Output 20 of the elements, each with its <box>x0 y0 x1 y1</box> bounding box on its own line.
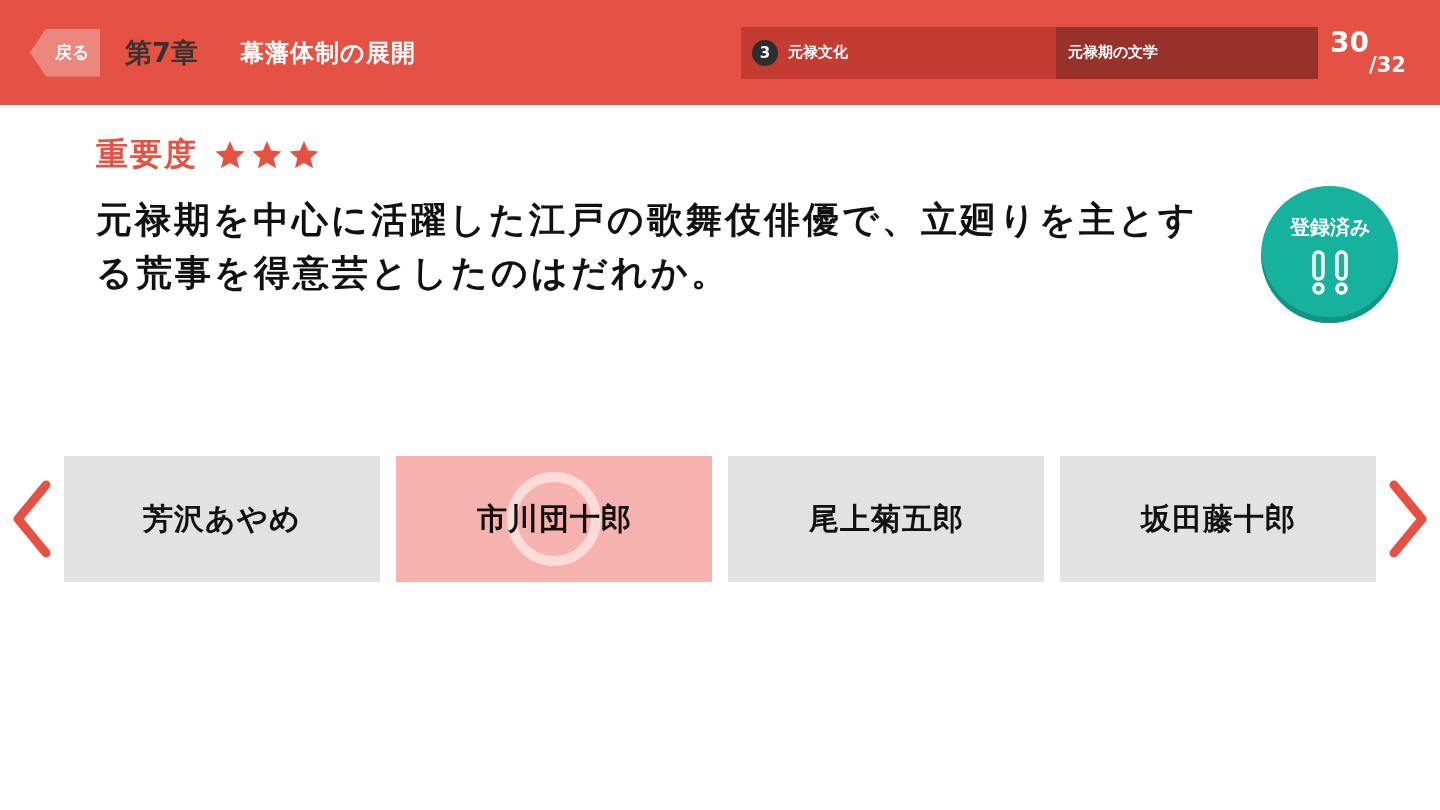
chapter-number: 第7章 <box>125 35 198 70</box>
section-title: 元禄文化 <box>788 43 848 62</box>
chevron-left-icon[interactable] <box>12 479 52 559</box>
answer-choice[interactable]: 坂田藤十郎 <box>1060 456 1376 582</box>
chevron-right-icon[interactable] <box>1388 479 1428 559</box>
topic-title: 元禄期の文学 <box>1068 43 1158 62</box>
chapter-title: 幕藩体制の展開 <box>239 37 416 69</box>
filled-star-icon <box>251 139 283 171</box>
progress-current: 30 <box>1330 28 1369 57</box>
progress-total: /32 <box>1368 54 1406 76</box>
answer-choice[interactable]: 市川団十郎 <box>396 456 712 582</box>
answer-choice[interactable]: 芳沢あやめ <box>64 456 380 582</box>
filled-star-icon <box>288 139 320 171</box>
answer-choice[interactable]: 尾上菊五郎 <box>728 456 1044 582</box>
question-text: 元禄期を中心に活躍した江戸の歌舞伎俳優で、立廻りを主とする荒事を得意芸としたのはだれか。 <box>96 198 1199 295</box>
importance-label: 重要度 <box>96 134 198 175</box>
double-exclamation-icon <box>1309 250 1350 296</box>
tap-ring-icon <box>506 471 602 567</box>
filled-star-icon <box>214 139 246 171</box>
section-number: 3 <box>752 39 778 66</box>
